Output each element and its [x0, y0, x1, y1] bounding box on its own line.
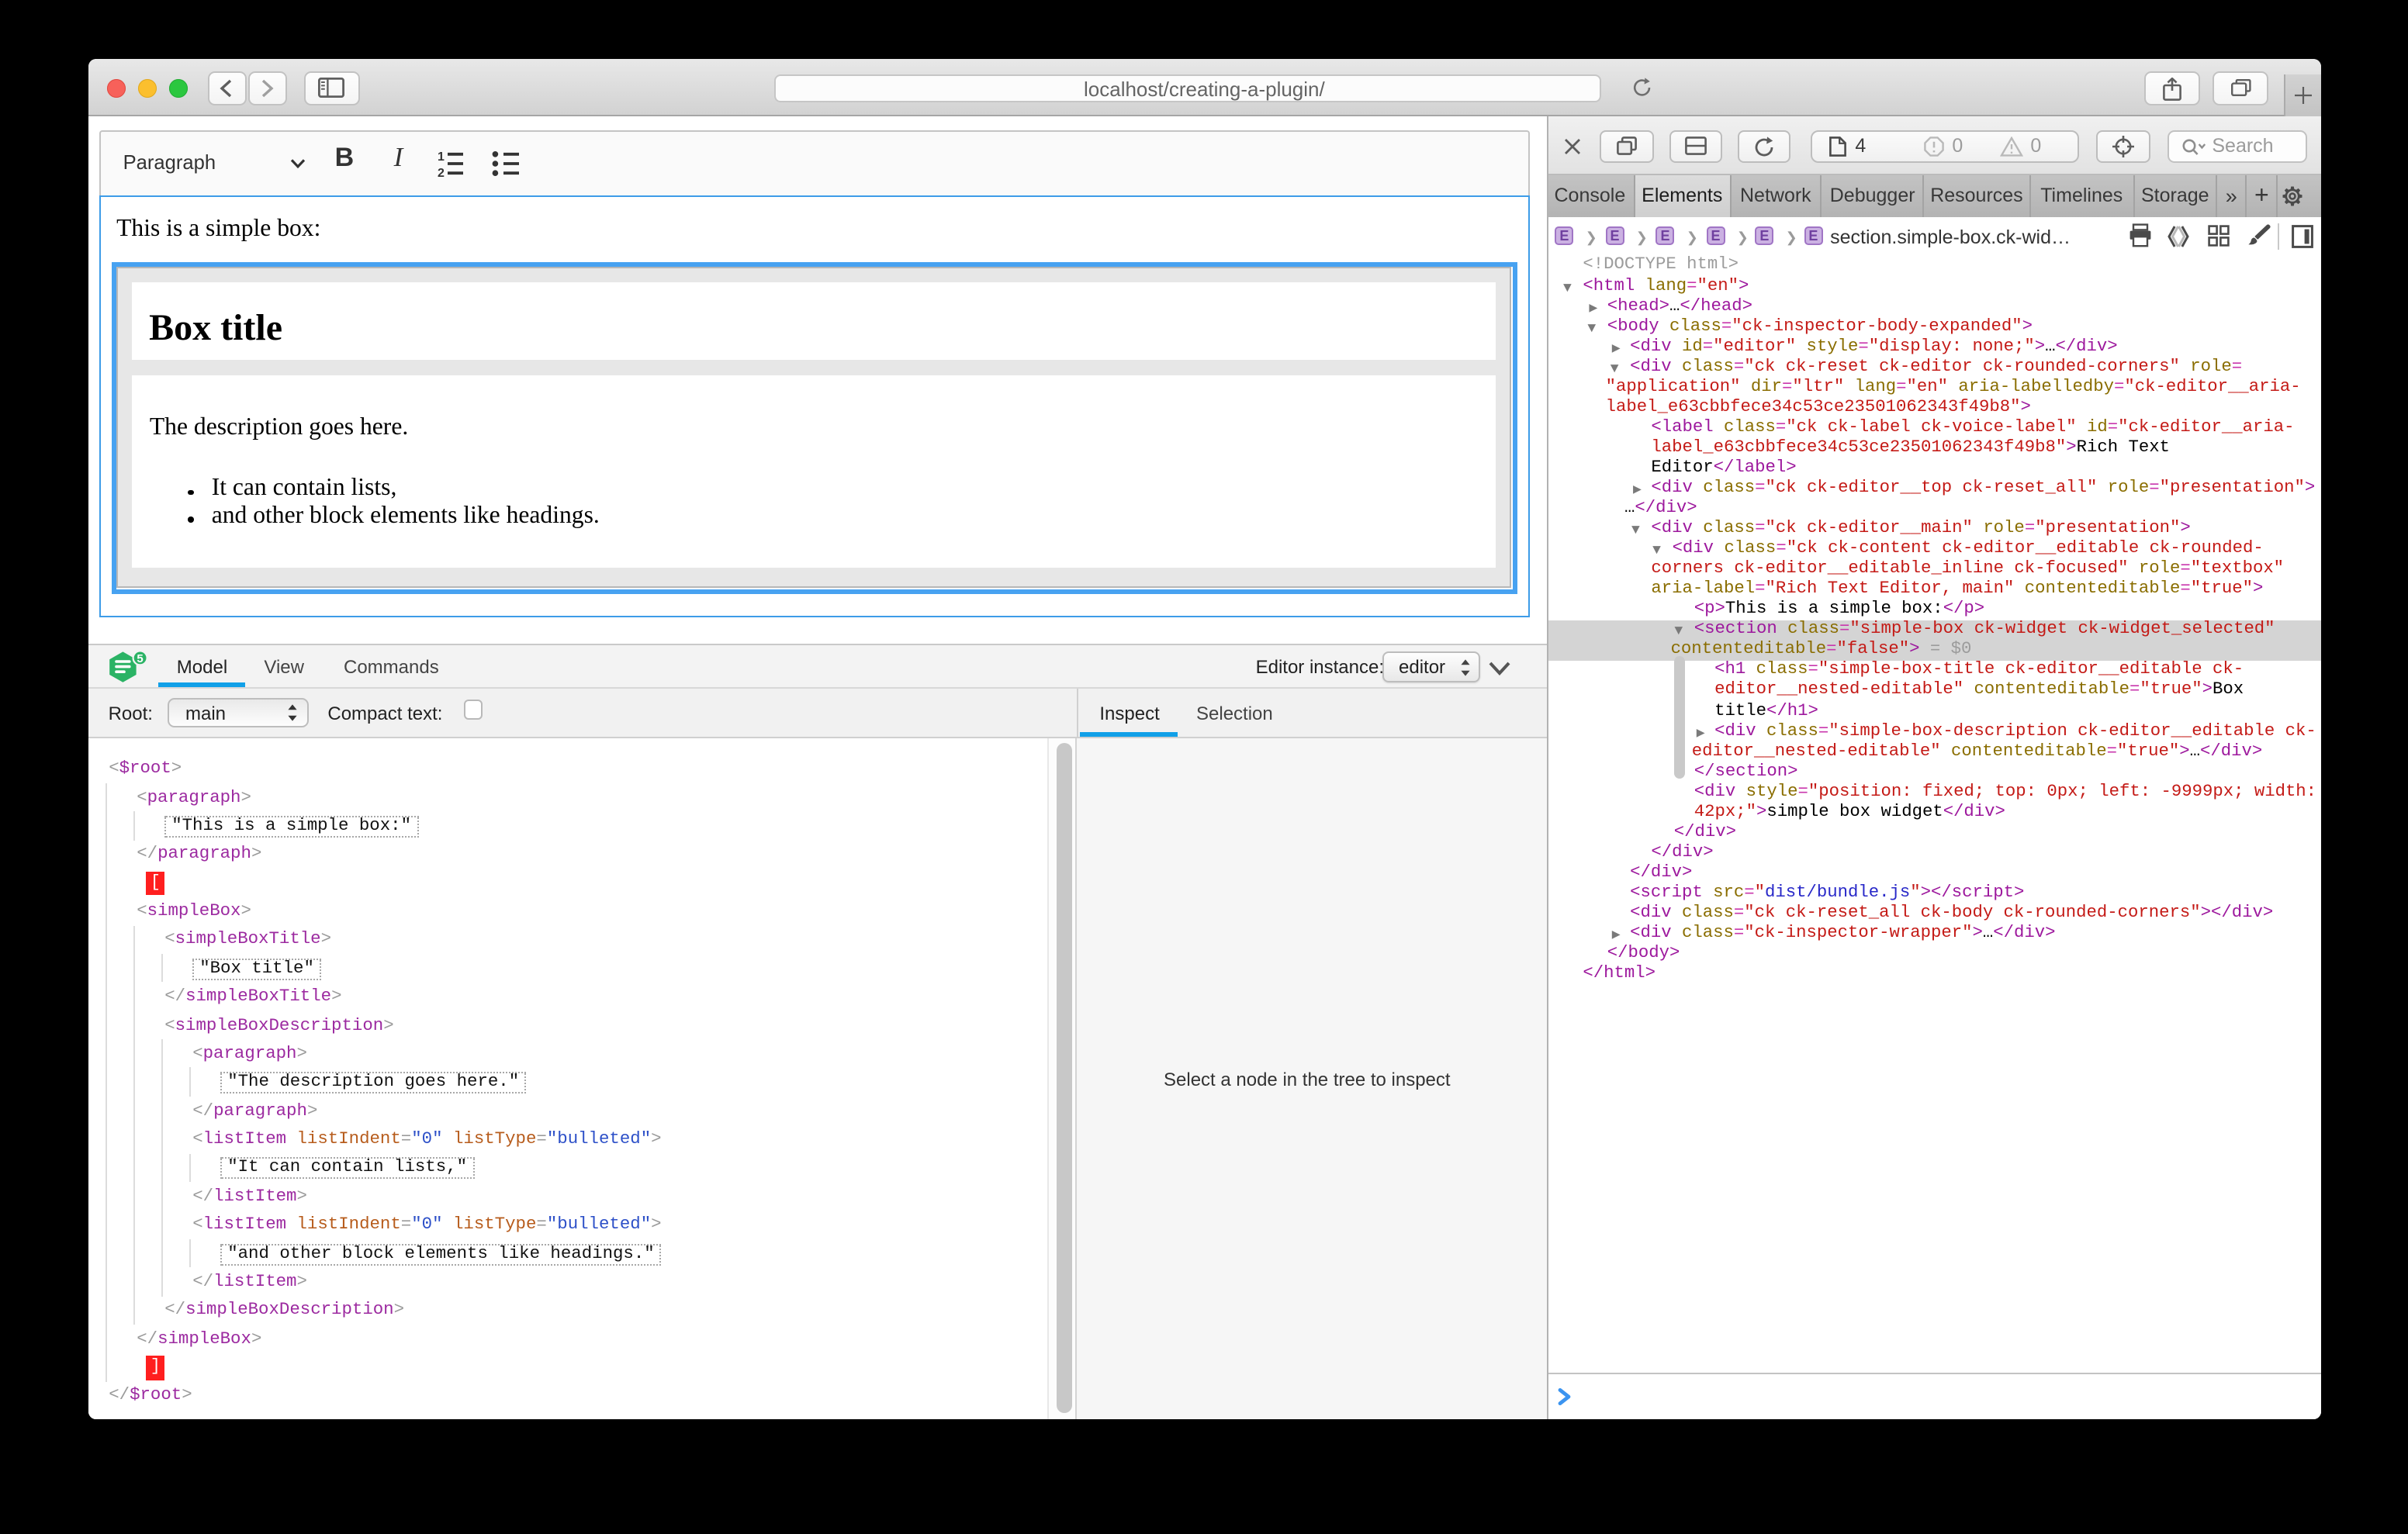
svg-text:1: 1 [438, 151, 445, 164]
svg-text:5: 5 [137, 652, 143, 665]
svg-text:2: 2 [438, 167, 445, 177]
